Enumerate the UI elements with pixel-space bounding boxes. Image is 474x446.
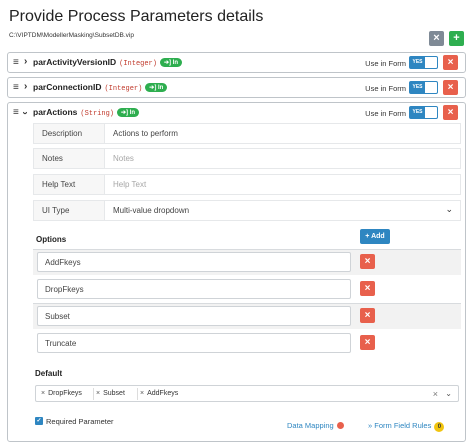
parameter-name-text: parConnectionID <box>33 82 102 92</box>
close-icon: × <box>447 107 454 118</box>
add-parameter-button[interactable]: + <box>449 31 464 46</box>
option-input[interactable]: Truncate <box>37 333 351 353</box>
direction-text: In <box>172 60 178 66</box>
chevron-down-icon[interactable]: ⌄ <box>445 389 452 398</box>
required-label: Required Parameter <box>46 417 114 426</box>
parameter-panel: ≡ › parConnectionID (Integer) ➔] In Use in… <box>7 77 466 98</box>
add-option-button[interactable]: + Add <box>360 229 390 244</box>
parameter-header[interactable]: ≡ › parActivityVersionID (Integer) ➔] In U… <box>8 53 465 73</box>
description-label: Description <box>42 129 83 138</box>
description-input[interactable]: Actions to perform <box>104 124 460 143</box>
delete-option-button[interactable]: × <box>360 335 375 350</box>
parameter-panel: ≡ › parActivityVersionID (Integer) ➔] In U… <box>7 52 466 73</box>
use-in-form-toggle[interactable]: YES <box>409 81 438 94</box>
chevron-down-icon: ⌄ <box>445 204 453 214</box>
delete-parameter-button[interactable]: × <box>443 55 458 70</box>
use-in-form-toggle[interactable]: YES <box>409 56 438 69</box>
direction-badge: ➔] In <box>117 108 140 117</box>
close-icon: × <box>364 337 371 348</box>
chip-label: DropFkeys <box>48 390 82 397</box>
direction-text: In <box>158 85 164 91</box>
parameter-header[interactable]: ≡ › parConnectionID (Integer) ➔] In Use in… <box>8 78 465 98</box>
chip-label: Subset <box>103 390 125 397</box>
selected-chip[interactable]: × DropFkeys <box>39 388 82 400</box>
close-icon: × <box>364 310 371 321</box>
ui-type-row: UI Type Multi-value dropdown ⌄ <box>33 200 461 221</box>
notes-label: Notes <box>42 154 63 163</box>
remove-chip-icon[interactable]: × <box>41 390 45 397</box>
status-dot-icon <box>336 422 344 429</box>
default-multiselect[interactable]: × DropFkeys × Subset × AddFkeys × ⌄ <box>35 385 459 402</box>
delete-parameter-button[interactable]: × <box>443 105 458 120</box>
option-input[interactable]: AddFkeys <box>37 252 351 272</box>
help-text-label: Help Text <box>42 180 76 189</box>
drag-handle-icon[interactable]: ≡ <box>13 108 19 118</box>
required-checkbox[interactable]: ✓ <box>35 417 43 425</box>
parameter-name: parActions (String) ➔] In <box>33 107 140 118</box>
help-text-input[interactable]: Help Text <box>104 175 460 194</box>
parameter-type: (Integer) <box>119 60 157 68</box>
plus-icon: + <box>453 32 460 44</box>
clear-icon[interactable]: × <box>433 389 438 399</box>
form-field-rules-text: » Form Field Rules <box>368 421 432 430</box>
use-in-form-toggle[interactable]: YES <box>409 106 438 119</box>
direction-text: In <box>129 110 136 116</box>
close-button[interactable]: × <box>429 31 444 46</box>
help-text-row: Help Text Help Text <box>33 174 461 195</box>
delete-option-button[interactable]: × <box>360 308 375 323</box>
use-in-form-label: Use in Form <box>365 109 406 118</box>
toggle-on-label: YES <box>410 57 425 68</box>
remove-chip-icon[interactable]: × <box>96 390 100 397</box>
ui-type-select[interactable]: Multi-value dropdown ⌄ <box>104 201 460 220</box>
delete-option-button[interactable]: × <box>360 281 375 296</box>
default-label: Default <box>35 369 63 378</box>
use-in-form-label: Use in Form <box>365 84 406 93</box>
parameter-type: (String) <box>80 110 115 118</box>
chevron-right-icon[interactable]: › <box>24 57 27 67</box>
chip-label: AddFkeys <box>147 390 179 397</box>
options-label: Options <box>36 235 67 244</box>
option-input[interactable]: DropFkeys <box>37 279 351 299</box>
remove-chip-icon[interactable]: × <box>140 390 144 397</box>
close-icon: × <box>364 256 371 267</box>
close-icon: × <box>433 32 440 44</box>
parameter-name-text: parActions <box>33 107 78 117</box>
toggle-on-label: YES <box>410 107 425 118</box>
drag-handle-icon[interactable]: ≡ <box>13 58 19 68</box>
description-row: Description Actions to perform <box>33 123 461 144</box>
page-title: Provide Process Parameters details <box>9 8 264 25</box>
chevron-right-icon[interactable]: › <box>24 82 27 92</box>
parameter-name-text: parActivityVersionID <box>33 57 117 67</box>
close-icon: × <box>447 82 454 93</box>
data-mapping-link[interactable]: Data Mapping <box>287 421 344 430</box>
count-badge: 0 <box>434 422 445 432</box>
close-icon: × <box>447 57 454 68</box>
chevron-down-icon[interactable]: › <box>20 111 31 114</box>
direction-badge: ➔] In <box>159 58 182 67</box>
notes-row: Notes Notes <box>33 148 461 169</box>
delete-parameter-button[interactable]: × <box>443 80 458 95</box>
selected-chip[interactable]: × AddFkeys <box>137 388 178 400</box>
file-path: C:\VIPTDM\ModellerMasking\SubsetDB.vip <box>9 32 134 39</box>
notes-input[interactable]: Notes <box>104 149 460 168</box>
parameter-name: parConnectionID (Integer) ➔] In <box>33 82 168 93</box>
close-icon: × <box>364 283 371 294</box>
ui-type-value: Multi-value dropdown <box>113 206 190 215</box>
ui-type-label: UI Type <box>42 206 70 215</box>
parameter-type: (Integer) <box>104 85 143 93</box>
data-mapping-text: Data Mapping <box>287 421 334 430</box>
form-field-rules-link[interactable]: » Form Field Rules 0 <box>368 421 445 432</box>
option-input[interactable]: Subset <box>37 306 351 326</box>
delete-option-button[interactable]: × <box>360 254 375 269</box>
parameter-name: parActivityVersionID (Integer) ➔] In <box>33 57 182 68</box>
direction-badge: ➔] In <box>145 83 168 92</box>
use-in-form-label: Use in Form <box>365 59 406 68</box>
toggle-on-label: YES <box>410 82 425 93</box>
selected-chip[interactable]: × Subset <box>93 388 125 400</box>
drag-handle-icon[interactable]: ≡ <box>13 83 19 93</box>
parameter-header[interactable]: ≡ › parActions (String) ➔] In Use in Form … <box>8 103 465 123</box>
